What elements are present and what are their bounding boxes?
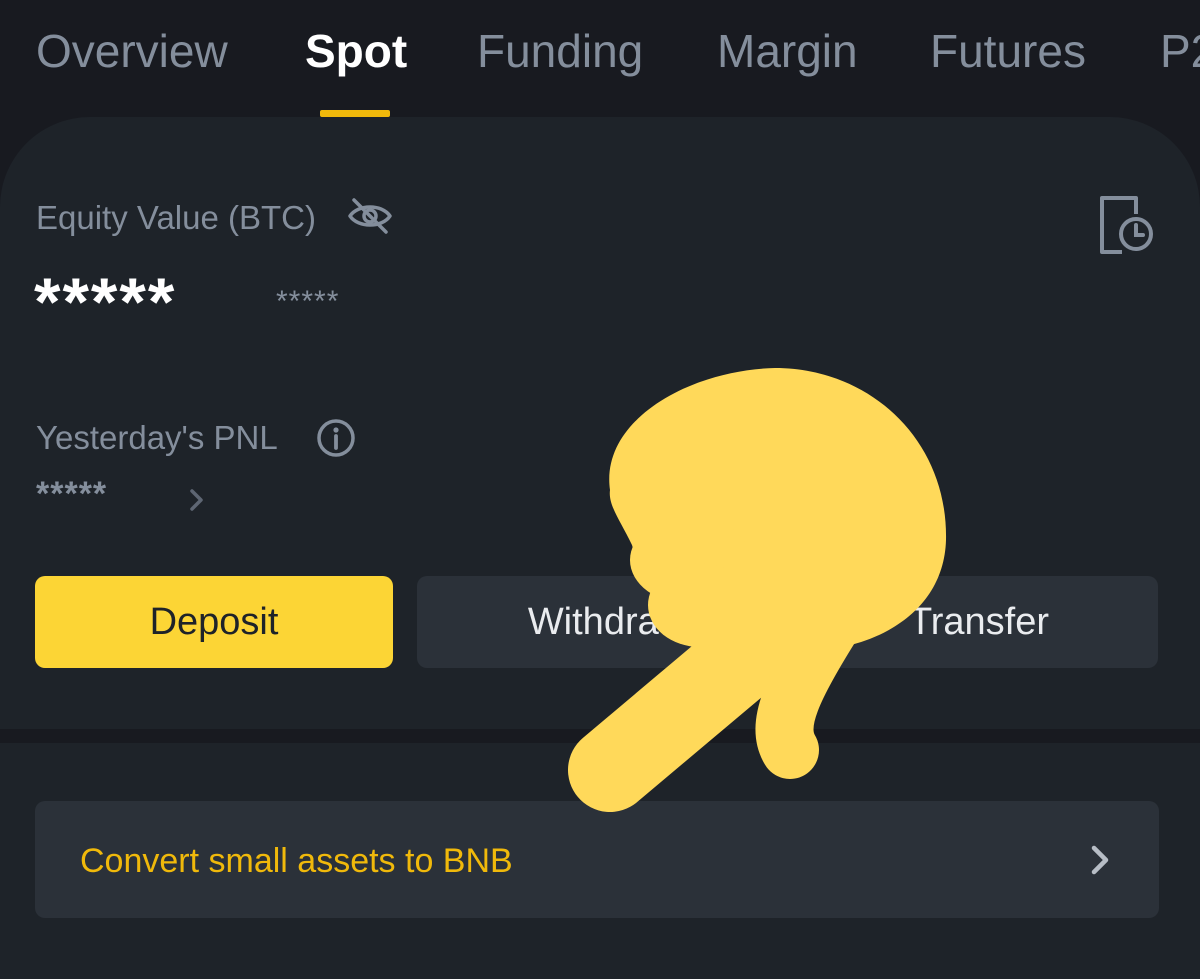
tab-spot[interactable]: Spot (305, 24, 407, 78)
withdraw-button[interactable]: Withdraw (417, 576, 797, 668)
convert-small-assets-row[interactable]: Convert small assets to BNB (35, 801, 1159, 918)
pnl-value: ***** (36, 475, 108, 513)
tab-overview[interactable]: Overview (36, 24, 228, 78)
tab-margin[interactable]: Margin (717, 24, 858, 78)
info-icon[interactable] (316, 418, 356, 458)
convert-small-assets-label: Convert small assets to BNB (80, 842, 513, 880)
deposit-button[interactable]: Deposit (35, 576, 393, 668)
active-tab-indicator (320, 110, 390, 117)
equity-value-label: Equity Value (BTC) (36, 199, 316, 236)
tab-funding[interactable]: Funding (477, 24, 643, 78)
account-tabs: Overview Spot Funding Margin Futures P2 (0, 0, 1200, 118)
tab-futures[interactable]: Futures (930, 24, 1086, 78)
transfer-button[interactable]: Transfer (800, 576, 1158, 668)
equity-fiat-value: ***** (276, 285, 340, 318)
pnl-label: Yesterday's PNL (36, 419, 278, 456)
eye-slash-icon[interactable] (346, 196, 394, 236)
tab-p2p[interactable]: P2 (1160, 24, 1200, 78)
chevron-right-icon (1091, 845, 1109, 875)
chevron-right-icon[interactable] (186, 486, 208, 514)
equity-value: ***** (34, 264, 177, 340)
history-icon[interactable] (1096, 194, 1156, 256)
